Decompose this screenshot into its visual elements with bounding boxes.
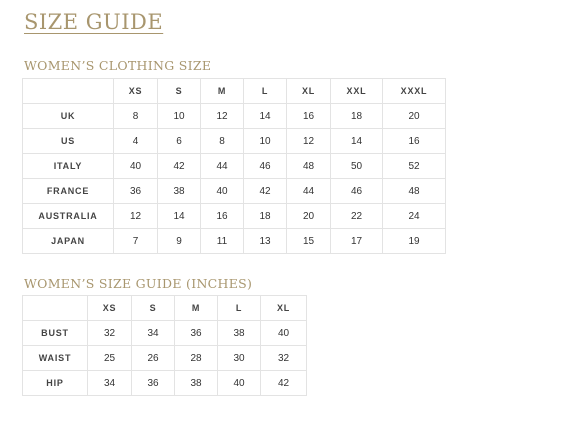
table-cell: 38 bbox=[157, 178, 201, 204]
table-header-row: XS S M L XL bbox=[22, 295, 307, 321]
table-row: AUSTRALIA 12 14 16 18 20 22 24 bbox=[22, 203, 446, 229]
table-cell: 46 bbox=[243, 153, 287, 179]
column-header: M bbox=[174, 295, 218, 321]
table-cell: 28 bbox=[174, 345, 218, 371]
table-cell: 40 bbox=[200, 178, 244, 204]
table-cell: 19 bbox=[382, 228, 446, 254]
clothing-size-heading: WOMEN’S CLOTHING SIZE bbox=[24, 58, 212, 73]
table-cell: 32 bbox=[260, 345, 307, 371]
table-cell: 40 bbox=[113, 153, 158, 179]
table-cell: 34 bbox=[87, 370, 132, 396]
clothing-size-table: XS S M L XL XXL XXXL UK 8 10 12 14 16 18… bbox=[22, 78, 446, 254]
table-cell: 16 bbox=[200, 203, 244, 229]
table-cell: 26 bbox=[131, 345, 175, 371]
row-header: WAIST bbox=[22, 345, 88, 371]
table-cell: 42 bbox=[157, 153, 201, 179]
column-header: XXL bbox=[330, 78, 383, 104]
row-header: ITALY bbox=[22, 153, 114, 179]
table-cell: 24 bbox=[382, 203, 446, 229]
row-header: FRANCE bbox=[22, 178, 114, 204]
table-row: FRANCE 36 38 40 42 44 46 48 bbox=[22, 178, 446, 204]
table-cell: 14 bbox=[157, 203, 201, 229]
column-header bbox=[22, 78, 114, 104]
table-cell: 40 bbox=[260, 320, 307, 346]
table-header-row: XS S M L XL XXL XXXL bbox=[22, 78, 446, 104]
column-header bbox=[22, 295, 88, 321]
table-cell: 40 bbox=[217, 370, 261, 396]
table-cell: 36 bbox=[174, 320, 218, 346]
table-row: JAPAN 7 9 11 13 15 17 19 bbox=[22, 228, 446, 254]
column-header: M bbox=[200, 78, 244, 104]
table-cell: 4 bbox=[113, 128, 158, 154]
table-cell: 12 bbox=[286, 128, 331, 154]
table-row: ITALY 40 42 44 46 48 50 52 bbox=[22, 153, 446, 179]
table-cell: 34 bbox=[131, 320, 175, 346]
table-cell: 42 bbox=[243, 178, 287, 204]
table-cell: 10 bbox=[157, 103, 201, 129]
column-header: XL bbox=[286, 78, 331, 104]
column-header: L bbox=[217, 295, 261, 321]
table-row: US 4 6 8 10 12 14 16 bbox=[22, 128, 446, 154]
table-cell: 8 bbox=[200, 128, 244, 154]
table-cell: 8 bbox=[113, 103, 158, 129]
table-cell: 48 bbox=[286, 153, 331, 179]
row-header: AUSTRALIA bbox=[22, 203, 114, 229]
table-cell: 9 bbox=[157, 228, 201, 254]
table-row: UK 8 10 12 14 16 18 20 bbox=[22, 103, 446, 129]
table-cell: 18 bbox=[330, 103, 383, 129]
table-cell: 48 bbox=[382, 178, 446, 204]
row-header: UK bbox=[22, 103, 114, 129]
table-cell: 12 bbox=[113, 203, 158, 229]
table-cell: 20 bbox=[382, 103, 446, 129]
table-row: WAIST 25 26 28 30 32 bbox=[22, 345, 307, 371]
table-cell: 7 bbox=[113, 228, 158, 254]
table-cell: 16 bbox=[286, 103, 331, 129]
row-header: BUST bbox=[22, 320, 88, 346]
table-cell: 22 bbox=[330, 203, 383, 229]
table-cell: 44 bbox=[286, 178, 331, 204]
table-cell: 38 bbox=[217, 320, 261, 346]
row-header: HIP bbox=[22, 370, 88, 396]
table-cell: 13 bbox=[243, 228, 287, 254]
column-header: S bbox=[157, 78, 201, 104]
table-cell: 32 bbox=[87, 320, 132, 346]
table-cell: 52 bbox=[382, 153, 446, 179]
table-cell: 12 bbox=[200, 103, 244, 129]
table-cell: 44 bbox=[200, 153, 244, 179]
column-header: XS bbox=[113, 78, 158, 104]
table-cell: 36 bbox=[113, 178, 158, 204]
table-cell: 20 bbox=[286, 203, 331, 229]
table-cell: 14 bbox=[243, 103, 287, 129]
table-cell: 25 bbox=[87, 345, 132, 371]
table-cell: 10 bbox=[243, 128, 287, 154]
table-cell: 50 bbox=[330, 153, 383, 179]
inches-size-table: XS S M L XL BUST 32 34 36 38 40 WAIST 25… bbox=[22, 295, 307, 396]
row-header: US bbox=[22, 128, 114, 154]
table-cell: 14 bbox=[330, 128, 383, 154]
table-cell: 36 bbox=[131, 370, 175, 396]
table-row: BUST 32 34 36 38 40 bbox=[22, 320, 307, 346]
table-row: HIP 34 36 38 40 42 bbox=[22, 370, 307, 396]
table-cell: 30 bbox=[217, 345, 261, 371]
table-cell: 38 bbox=[174, 370, 218, 396]
table-cell: 42 bbox=[260, 370, 307, 396]
inches-size-heading: WOMEN’S SIZE GUIDE (INCHES) bbox=[24, 276, 253, 291]
column-header: XXXL bbox=[382, 78, 446, 104]
table-cell: 18 bbox=[243, 203, 287, 229]
row-header: JAPAN bbox=[22, 228, 114, 254]
table-cell: 46 bbox=[330, 178, 383, 204]
table-cell: 17 bbox=[330, 228, 383, 254]
table-cell: 6 bbox=[157, 128, 201, 154]
table-cell: 15 bbox=[286, 228, 331, 254]
column-header: XL bbox=[260, 295, 307, 321]
table-cell: 11 bbox=[200, 228, 244, 254]
column-header: S bbox=[131, 295, 175, 321]
column-header: XS bbox=[87, 295, 132, 321]
column-header: L bbox=[243, 78, 287, 104]
table-cell: 16 bbox=[382, 128, 446, 154]
page-title: SIZE GUIDE bbox=[24, 10, 164, 34]
